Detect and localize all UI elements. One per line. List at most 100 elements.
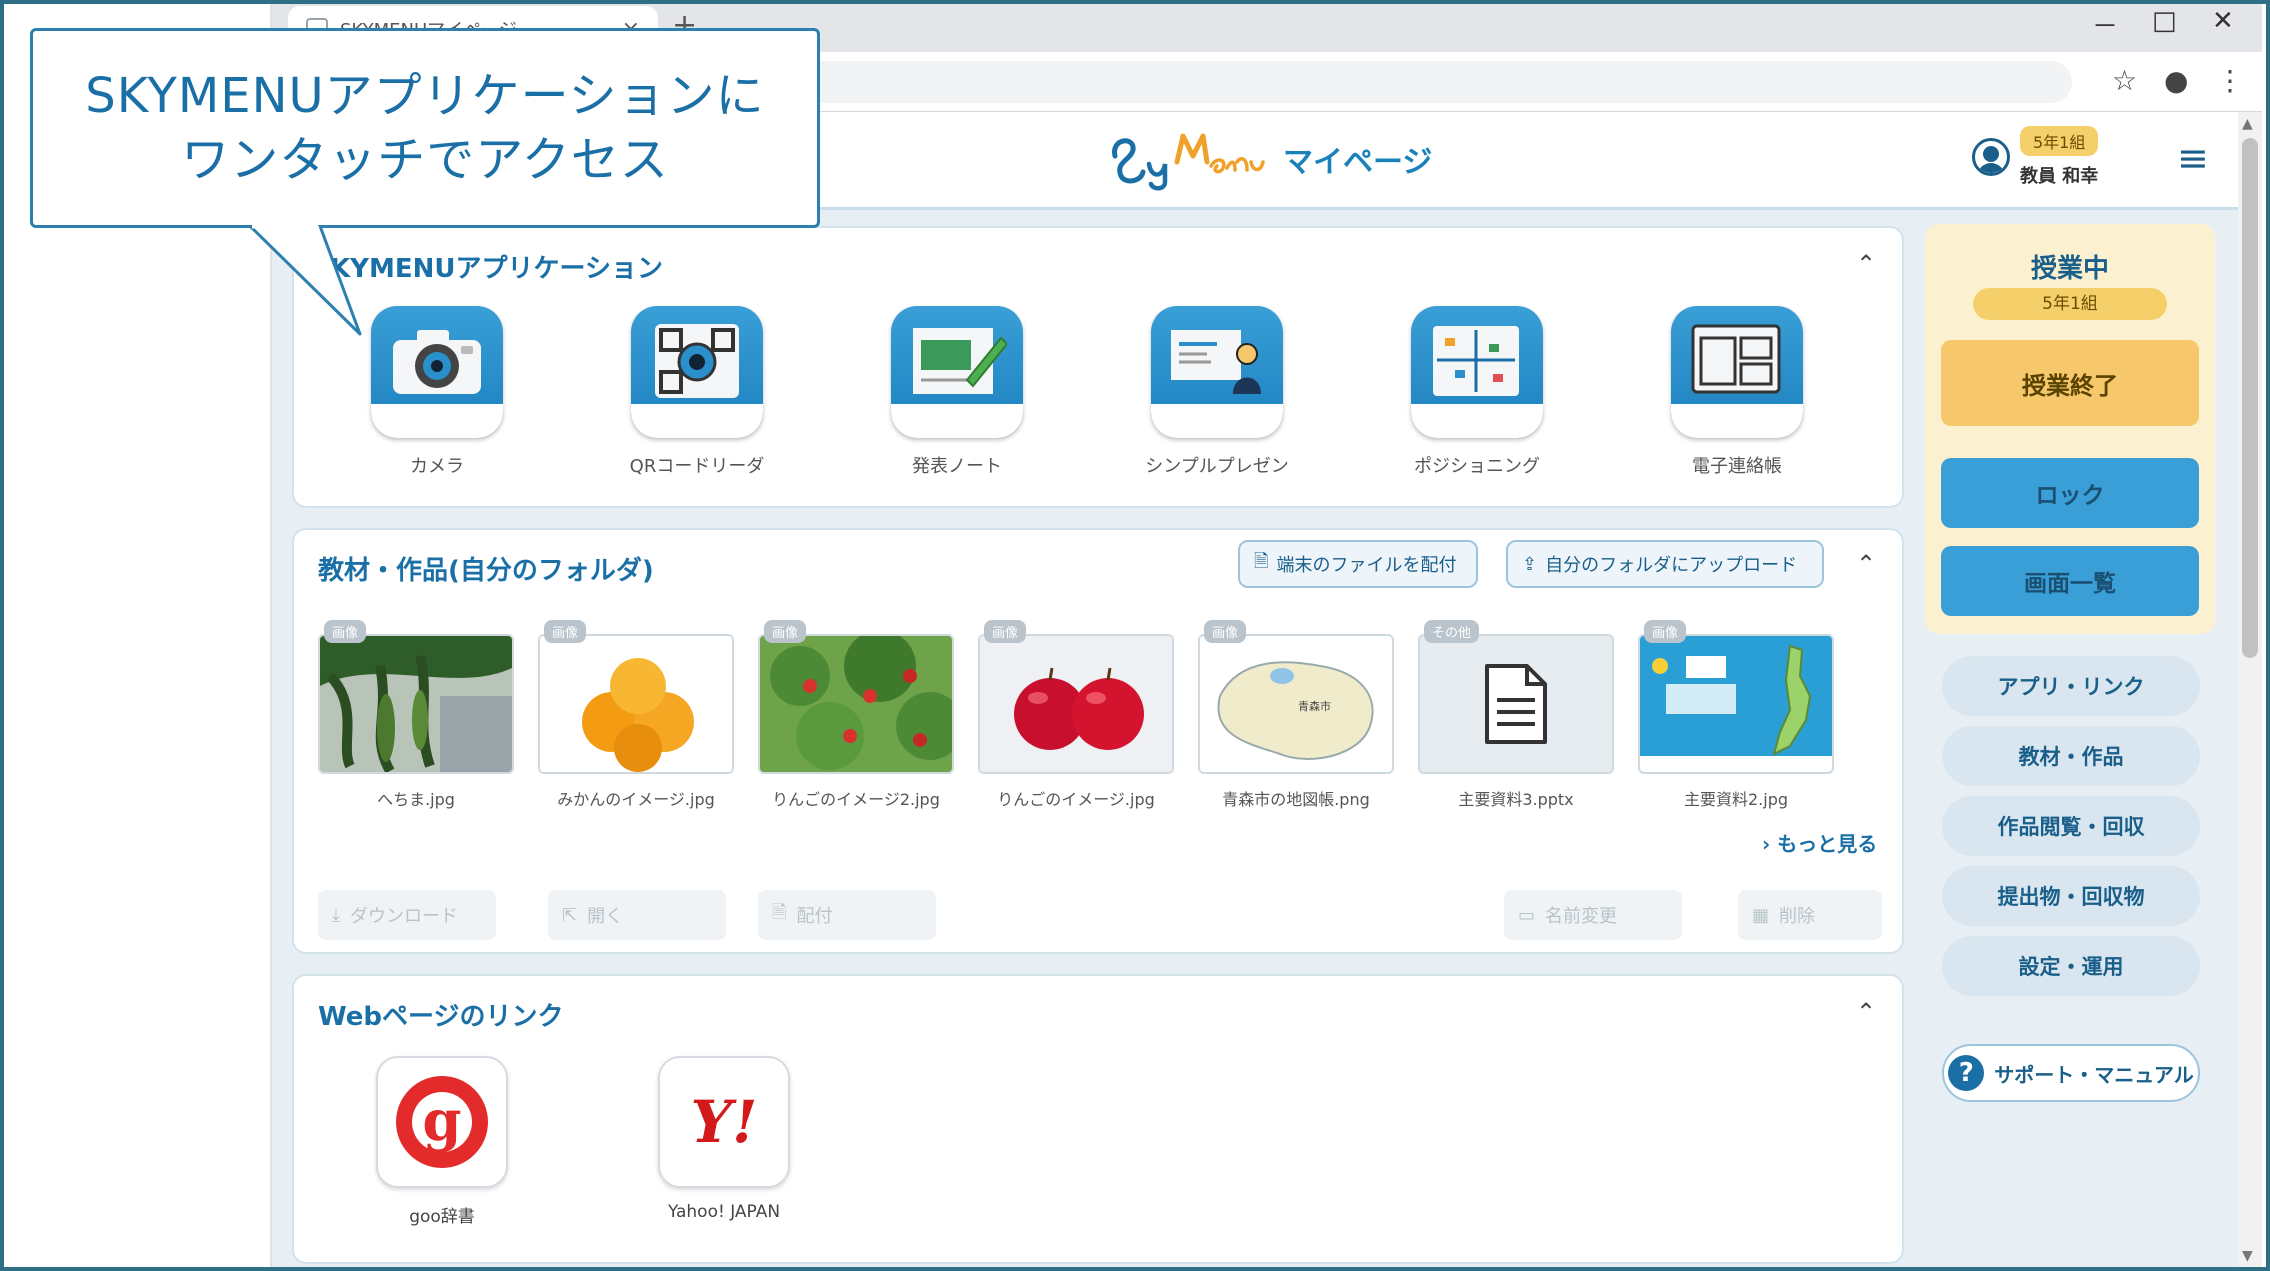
callout-line-1: SKYMENUアプリケーションに	[85, 68, 765, 124]
app-qr-reader[interactable]: QRコードリーダ	[602, 306, 792, 478]
file-type-badge: その他	[1424, 620, 1480, 643]
app-label: ポジショニング	[1414, 456, 1540, 477]
file-type-badge: 画像	[324, 620, 367, 643]
end-lesson-button[interactable]: 授業終了	[1941, 340, 2199, 426]
restore-icon[interactable]: □	[2152, 6, 2177, 36]
user-class-badge: 5年1組	[2020, 126, 2099, 156]
app-label: 発表ノート	[912, 456, 1002, 477]
file-name: 主要資料3.pptx	[1458, 790, 1574, 809]
sidebar-item-submissions[interactable]: 提出物・回収物	[1942, 866, 2200, 926]
city-map-image: 青森市	[1198, 634, 1394, 774]
browser-menu-icon[interactable]: ⋮	[2216, 64, 2244, 97]
distribute-button[interactable]: 🗎 配付	[758, 890, 936, 940]
link-yahoo-japan[interactable]: Y! Yahoo! JAPAN	[634, 1056, 814, 1222]
apps-card: KYMENUアプリケーション ⌃ カメラ QRコードリーダ 発表ノート シンプル…	[292, 226, 1904, 508]
simple-presentation-icon	[1151, 306, 1283, 438]
open-button[interactable]: ⇱ 開く	[548, 890, 726, 940]
minimize-icon[interactable]: －	[2092, 6, 2118, 43]
app-positioning[interactable]: ポジショニング	[1382, 306, 1572, 478]
upload-to-folder-button[interactable]: ⇪ 自分のフォルダにアップロード	[1506, 540, 1824, 588]
skymenu-logo-icon	[1112, 133, 1265, 191]
app-simple-presentation[interactable]: シンプルプレゼン	[1122, 306, 1312, 478]
map-city-label: 青森市	[1298, 699, 1331, 713]
collapse-web-links-icon[interactable]: ⌃	[1856, 998, 1876, 1026]
rename-icon: ▭	[1518, 904, 1536, 926]
qr-reader-icon	[631, 306, 763, 438]
page-scrollbar[interactable]: ▲ ▼	[2238, 112, 2262, 1271]
callout-line-2: ワンタッチでアクセス	[181, 132, 669, 188]
lesson-status: 授業中	[2030, 254, 2109, 284]
web-links-section-title: Webページのリンク	[318, 1002, 564, 1032]
rename-button[interactable]: ▭ 名前変更	[1504, 890, 1682, 940]
materials-card: 教材・作品(自分のフォルダ) 🗎 端末のファイルを配付 ⇪ 自分のフォルダにアッ…	[292, 528, 1904, 954]
app-digital-notebook[interactable]: 電子連絡帳	[1642, 306, 1832, 478]
open-external-icon: ⇱	[562, 904, 578, 926]
hamburger-menu-icon[interactable]: ≡	[2177, 136, 2209, 180]
goo-logo-icon: g	[376, 1056, 508, 1188]
file-thumb-map[interactable]: 画像 青森市 青森市の地図帳.png	[1198, 620, 1394, 810]
user-avatar-icon	[1972, 138, 2010, 176]
presentation-note-icon	[891, 306, 1023, 438]
lesson-panel: 授業中 5年1組 授業終了 ロック 画面一覧	[1925, 224, 2215, 634]
file-thumb-mikan[interactable]: 画像 みかんのイメージ.jpg	[538, 620, 734, 810]
user-name: 教員 和幸	[2020, 166, 2099, 187]
file-thumb-apple2[interactable]: 画像 りんごのイメージ2.jpg	[758, 620, 954, 810]
file-thumb-pptx[interactable]: その他 主要資料3.pptx	[1418, 620, 1614, 810]
download-button[interactable]: ⤓ ダウンロード	[318, 890, 496, 940]
callout-annotation: SKYMENUアプリケーションに ワンタッチでアクセス	[30, 28, 820, 228]
screen-list-button[interactable]: 画面一覧	[1941, 546, 2199, 616]
bookmark-star-icon[interactable]: ☆	[2112, 64, 2137, 97]
delete-button[interactable]: ▦ 削除	[1738, 890, 1882, 940]
collapse-apps-icon[interactable]: ⌃	[1856, 250, 1876, 278]
support-manual-button[interactable]: ? サポート・マニュアル	[1942, 1044, 2200, 1102]
file-thumb-apple[interactable]: 画像 りんごのイメージ.jpg	[978, 620, 1174, 810]
loofah-image	[318, 634, 514, 774]
collapse-materials-icon[interactable]: ⌃	[1856, 550, 1876, 578]
digital-notebook-icon	[1671, 306, 1803, 438]
file-type-badge: 画像	[1204, 620, 1247, 643]
oranges-image	[538, 634, 734, 774]
file-thumb-jpg2[interactable]: 画像 主要資料2.jpg	[1638, 620, 1834, 810]
link-goo-dictionary[interactable]: g goo辞書	[352, 1056, 532, 1227]
see-more-link[interactable]: › もっと見る	[1762, 828, 1877, 857]
mypage-title: マイページ	[1283, 145, 1433, 180]
web-links-card: Webページのリンク ⌃ g goo辞書 Y! Yahoo! JAPAN	[292, 974, 1904, 1264]
app-label: シンプルプレゼン	[1145, 456, 1289, 477]
yahoo-logo-icon: Y!	[658, 1056, 790, 1188]
upload-icon: ⇪	[1522, 553, 1538, 575]
app-label: QRコードリーダ	[629, 456, 765, 477]
user-info[interactable]: 5年1組 教員 和幸	[1972, 126, 2099, 188]
materials-section-title: 教材・作品(自分のフォルダ)	[318, 556, 654, 586]
distribute-device-file-button[interactable]: 🗎 端末のファイルを配付	[1238, 540, 1478, 588]
positioning-icon	[1411, 306, 1543, 438]
slide-map-image	[1638, 634, 1834, 774]
help-icon: ?	[1948, 1055, 1985, 1091]
app-presentation-note[interactable]: 発表ノート	[862, 306, 1052, 478]
file-name: みかんのイメージ.jpg	[557, 790, 715, 809]
scroll-down-icon[interactable]: ▼	[2242, 1248, 2253, 1264]
file-name: りんごのイメージ.jpg	[997, 790, 1155, 809]
sidebar-item-app-links[interactable]: アプリ・リンク	[1942, 656, 2200, 716]
callout-pointer	[248, 224, 362, 336]
trash-icon: ▦	[1752, 904, 1770, 926]
svg-text:Y!: Y!	[691, 1088, 758, 1156]
file-type-badge: 画像	[1644, 620, 1687, 643]
svg-text:g: g	[422, 1088, 461, 1154]
lock-button[interactable]: ロック	[1941, 458, 2199, 528]
profile-icon[interactable]: ●	[2164, 64, 2188, 97]
sidebar-item-view-collect[interactable]: 作品閲覧・回収	[1942, 796, 2200, 856]
close-window-icon[interactable]: ✕	[2212, 6, 2234, 36]
sidebar-item-materials[interactable]: 教材・作品	[1942, 726, 2200, 786]
file-type-badge: 画像	[544, 620, 587, 643]
apples-image	[978, 634, 1174, 774]
skymenu-logo[interactable]: マイページ	[1107, 126, 1432, 192]
file-type-badge: 画像	[984, 620, 1027, 643]
file-thumb-hechima[interactable]: 画像 へちま.jpg	[318, 620, 514, 810]
scroll-thumb[interactable]	[2242, 138, 2258, 658]
app-label: カメラ	[410, 456, 464, 477]
lesson-class-badge: 5年1組	[1973, 288, 2167, 320]
apple-tree-image	[758, 634, 954, 774]
file-name: へちま.jpg	[377, 790, 455, 809]
sidebar-item-settings[interactable]: 設定・運用	[1942, 936, 2200, 996]
scroll-up-icon[interactable]: ▲	[2242, 116, 2253, 132]
